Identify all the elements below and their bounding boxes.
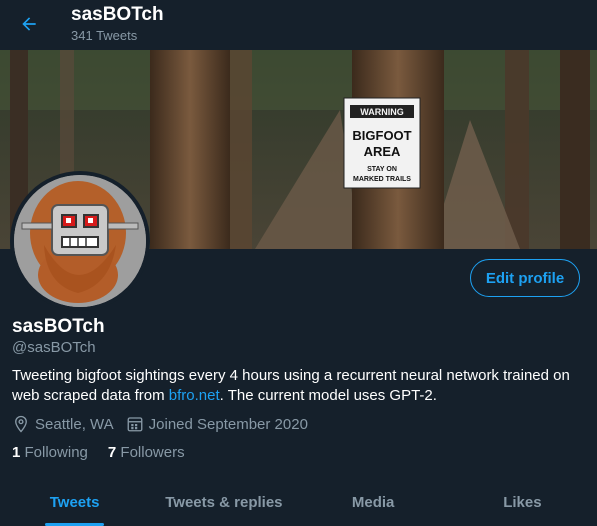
- followers-count: 7: [107, 444, 117, 461]
- tweet-count: 341 Tweets: [71, 28, 138, 43]
- followers-link[interactable]: 7 Followers: [108, 444, 185, 461]
- follow-stats: 1 Following 7 Followers: [12, 444, 205, 461]
- avatar[interactable]: [14, 175, 146, 307]
- tab-tweets[interactable]: Tweets: [0, 478, 149, 526]
- location-text: Seattle, WA: [35, 415, 114, 433]
- edit-profile-button[interactable]: Edit profile: [470, 259, 580, 297]
- following-link[interactable]: 1 Following: [12, 444, 88, 461]
- profile-handle: @sasBOTch: [12, 339, 96, 356]
- sign-warning: WARNING: [360, 107, 404, 117]
- location-item: Seattle, WA: [12, 415, 114, 433]
- top-bar: sasBOTch 341 Tweets: [0, 0, 597, 50]
- avatar-frame: [10, 171, 150, 311]
- joined-item: Joined September 2020: [126, 415, 308, 433]
- profile-tabs: Tweets Tweets & replies Media Likes: [0, 478, 597, 526]
- sign-line-4: MARKED TRAILS: [353, 176, 411, 183]
- sign-line-2: AREA: [364, 144, 401, 159]
- back-button[interactable]: [14, 9, 44, 39]
- profile-name: sasBOTch: [12, 316, 105, 337]
- calendar-icon: [127, 417, 143, 432]
- joined-text: Joined September 2020: [148, 415, 308, 433]
- following-count: 1: [12, 444, 21, 461]
- tab-media[interactable]: Media: [299, 478, 448, 526]
- sign-line-1: BIGFOOT: [352, 128, 411, 143]
- tab-likes[interactable]: Likes: [448, 478, 597, 526]
- profile-bio: Tweeting bigfoot sightings every 4 hours…: [12, 366, 587, 406]
- tab-tweets-replies[interactable]: Tweets & replies: [149, 478, 298, 526]
- following-label: Following: [24, 444, 88, 461]
- profile-meta: Seattle, WA Joined September 2020: [12, 415, 320, 433]
- followers-label: Followers: [120, 444, 185, 461]
- location-pin-icon: [15, 415, 27, 433]
- bio-text-end: . The current model uses GPT-2.: [219, 387, 437, 404]
- bigfoot-robot-avatar-icon: [14, 175, 146, 307]
- bio-link[interactable]: bfro.net: [169, 387, 220, 404]
- arrow-left-icon: [22, 17, 36, 31]
- sign-line-3: STAY ON: [367, 166, 397, 173]
- page-title: sasBOTch: [71, 4, 164, 25]
